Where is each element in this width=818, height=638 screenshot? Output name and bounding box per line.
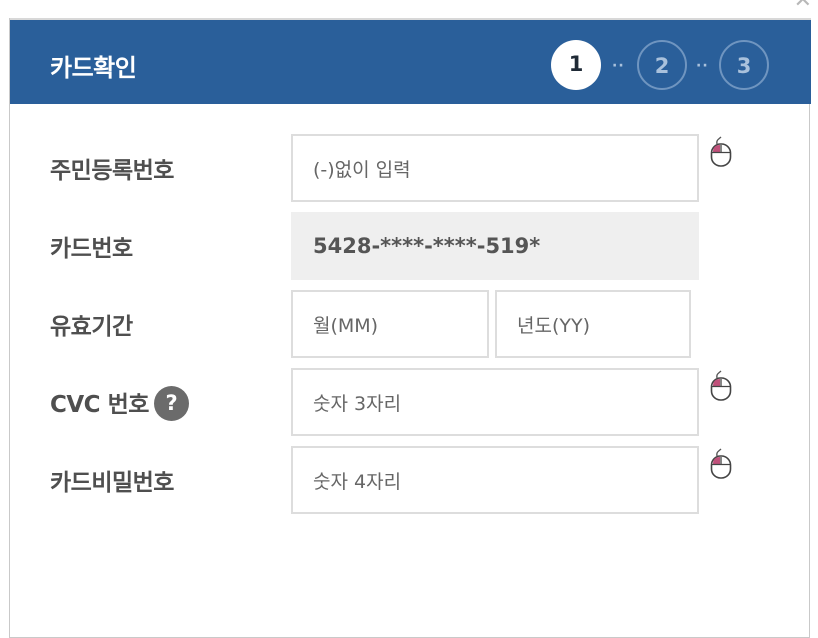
- card-number-value: 5428-****-****-519*: [313, 234, 541, 258]
- mouse-icon[interactable]: [710, 448, 732, 480]
- step-1-indicator: 1: [551, 40, 601, 90]
- question-icon[interactable]: ?: [153, 386, 189, 421]
- expiry-year-input[interactable]: 년도(YY): [495, 290, 691, 358]
- card-number-field: 5428-****-****-519*: [291, 212, 699, 280]
- dialog-title: 카드확인: [50, 54, 137, 82]
- rrn-input[interactable]: (-)없이 입력: [291, 134, 699, 202]
- rrn-placeholder: (-)없이 입력: [313, 158, 411, 181]
- card-password-input[interactable]: 숫자 4자리: [291, 446, 699, 514]
- card-verify-dialog: 카드확인 1 ·· 2 ·· 3 주민등록번호 (-)없이 입력 카드번호 54…: [9, 18, 811, 638]
- cvc-label-text: CVC 번호: [50, 392, 149, 418]
- expiry-label: 유효기간: [50, 314, 133, 340]
- rrn-label: 주민등록번호: [50, 158, 174, 184]
- step-separator: ··: [612, 58, 625, 74]
- card-password-label: 카드비밀번호: [50, 470, 174, 496]
- dialog-header: 카드확인 1 ·· 2 ·· 3: [10, 18, 811, 104]
- step-separator: ··: [696, 58, 709, 74]
- card-number-label: 카드번호: [50, 236, 133, 262]
- step-3-indicator: 3: [719, 40, 769, 90]
- step-2-indicator: 2: [637, 40, 687, 90]
- expiry-month-placeholder: 월(MM): [313, 314, 379, 337]
- close-icon[interactable]: ✕: [794, 0, 812, 12]
- mouse-icon[interactable]: [710, 370, 732, 402]
- mouse-icon[interactable]: [710, 136, 732, 168]
- cvc-input[interactable]: 숫자 3자리: [291, 368, 699, 436]
- cvc-label: CVC 번호?: [50, 385, 189, 423]
- expiry-month-input[interactable]: 월(MM): [291, 290, 489, 358]
- card-password-placeholder: 숫자 4자리: [313, 470, 402, 493]
- cvc-placeholder: 숫자 3자리: [313, 392, 402, 415]
- expiry-year-placeholder: 년도(YY): [517, 314, 590, 337]
